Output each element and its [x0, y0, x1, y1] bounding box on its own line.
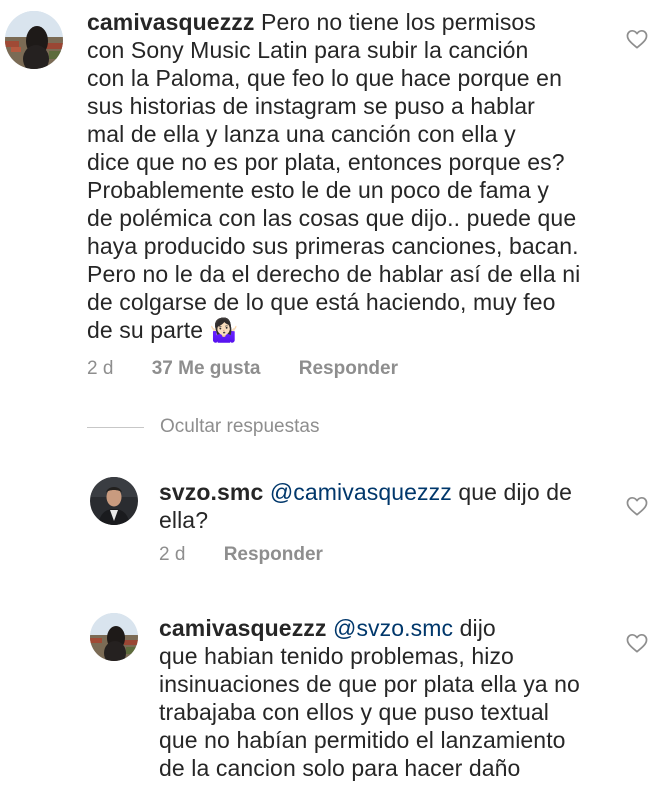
likes-count-button[interactable]: 37 Me gusta	[152, 358, 261, 380]
reply-text-line: dijo	[459, 615, 496, 641]
comment-text-line: sus historias de instagram se puso a hab…	[87, 93, 535, 119]
reply-username[interactable]: svzo.smc	[159, 479, 263, 505]
avatar-image	[90, 613, 138, 661]
comment-text-line: Probablemente esto le de un poco de fama…	[87, 177, 549, 203]
reply-text-line: trabajaba con ellos y que puso textual	[159, 699, 549, 725]
reply-meta: 2 d Responder	[159, 544, 323, 566]
comment-text-line: Pero no le da el derecho de hablar así d…	[87, 261, 581, 287]
comment-time: 2 d	[87, 358, 114, 379]
heart-outline-icon[interactable]	[626, 29, 648, 49]
avatar[interactable]	[5, 11, 63, 69]
mention-link[interactable]: @svzo.smc	[333, 615, 453, 641]
heart-outline-icon[interactable]	[626, 496, 648, 516]
avatar[interactable]	[90, 477, 138, 525]
reply-text-line: ella?	[159, 507, 209, 533]
comment-text-line: de su parte	[87, 317, 204, 343]
avatar-image	[90, 477, 138, 525]
reply-text-line: que no habían permitido el lanzamiento	[159, 727, 566, 753]
comment-text: camivasquezzz Pero no tiene los permisos…	[87, 8, 580, 344]
comment-text-line: de polémica con las cosas que dijo.. pue…	[87, 205, 577, 231]
reply-text-line: insinuaciones de que por plata ella ya n…	[159, 671, 580, 697]
reply-text: svzo.smc @camivasquezzz que dijo de ella…	[159, 478, 572, 534]
comment-text-line: de colgarse de lo que está haciendo, muy…	[87, 289, 556, 315]
shrug-emoji: 🤷🏻‍♀️	[209, 317, 239, 343]
reply-item: camivasquezzz @svzo.smc dijo que habian …	[0, 607, 649, 788]
mention-link[interactable]: @camivasquezzz	[270, 479, 452, 505]
reply-username[interactable]: camivasquezzz	[159, 615, 327, 641]
reply-item: svzo.smc @camivasquezzz que dijo de ella…	[0, 470, 649, 580]
reply-time: 2 d	[159, 544, 186, 565]
hide-replies-label[interactable]: Ocultar respuestas	[160, 416, 319, 438]
reply-text: camivasquezzz @svzo.smc dijo que habian …	[159, 614, 580, 782]
heart-outline-icon[interactable]	[626, 633, 648, 653]
comment-meta: 2 d 37 Me gusta Responder	[87, 358, 398, 380]
reply-text-line: de la cancion solo para hacer daño	[159, 755, 521, 781]
reply-button[interactable]: Responder	[299, 358, 398, 380]
comment-item: camivasquezzz Pero no tiene los permisos…	[0, 0, 649, 400]
comment-text-line: haya producido sus primeras canciones, b…	[87, 233, 579, 259]
reply-text-line: que dijo de	[458, 479, 572, 505]
comment-text-line: dice que no es por plata, entonces porqu…	[87, 149, 565, 175]
divider-line	[87, 427, 144, 428]
comment-text-line: Pero no tiene los permisos	[261, 9, 536, 35]
reply-button[interactable]: Responder	[224, 544, 323, 566]
comment-username[interactable]: camivasquezzz	[87, 9, 255, 35]
comment-text-line: con Sony Music Latin para subir la canci…	[87, 37, 529, 63]
reply-text-line: que habian tenido problemas, hizo	[159, 643, 514, 669]
comment-text-line: con la Paloma, que feo lo que hace porqu…	[87, 65, 562, 91]
avatar-image	[5, 11, 63, 69]
comment-text-line: mal de ella y lanza una canción con ella…	[87, 121, 516, 147]
avatar[interactable]	[90, 613, 138, 661]
